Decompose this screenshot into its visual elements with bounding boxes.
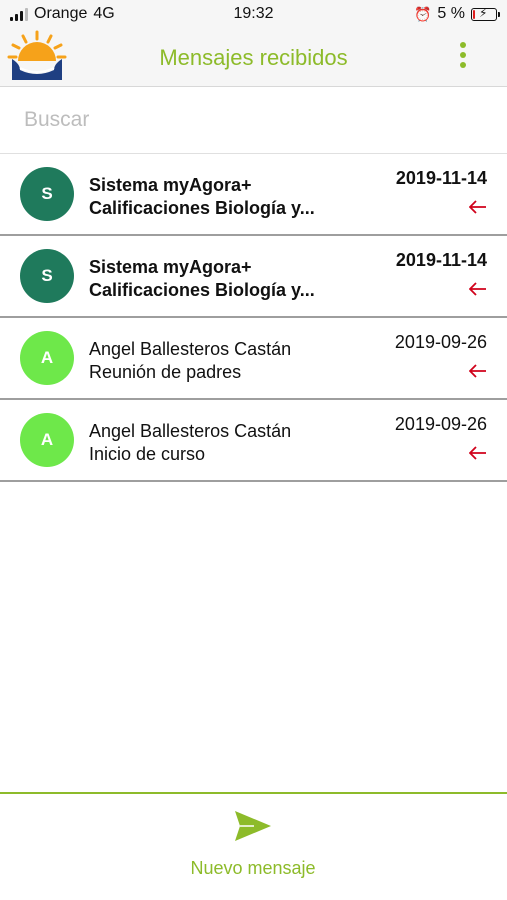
page-title: Mensajes recibidos (159, 45, 348, 70)
arrow-left-icon (469, 200, 486, 214)
sender-avatar: A (20, 331, 74, 385)
message-sender: Sistema myAgora+ (89, 175, 252, 195)
menu-dot (460, 42, 466, 48)
message-date: 2019-11-14 (395, 250, 487, 270)
new-message-button[interactable]: Nuevo mensaje (153, 810, 353, 890)
alarm-icon: ⏰ (413, 5, 432, 22)
message-subject: Inicio de curso (89, 444, 206, 464)
more-menu-button[interactable] (455, 42, 471, 74)
message-row[interactable]: A Angel Ballesteros Castán Reunión de pa… (0, 318, 507, 400)
message-date: 2019-09-26 (394, 332, 487, 352)
message-text: Angel Ballesteros Castán Reunión de padr… (89, 338, 359, 384)
message-sender: Angel Ballesteros Castán (89, 339, 292, 359)
message-row[interactable]: S Sistema myAgora+ Calificaciones Biolog… (0, 154, 507, 236)
message-list: S Sistema myAgora+ Calificaciones Biolog… (0, 154, 507, 482)
menu-dot (460, 62, 466, 68)
sender-avatar: S (20, 249, 74, 303)
status-bar: Orange 4G 19:32 ⏰ 5 % ⚡ (0, 0, 507, 30)
new-message-label: Nuevo mensaje (190, 858, 316, 878)
message-subject: Calificaciones Biología y... (89, 198, 315, 218)
message-date: 2019-09-26 (394, 414, 487, 434)
search-input[interactable] (22, 105, 486, 135)
message-sender: Sistema myAgora+ (89, 257, 252, 277)
app-header: Mensajes recibidos (0, 30, 507, 87)
message-text: Angel Ballesteros Castán Inicio de curso (89, 420, 359, 466)
message-sender: Angel Ballesteros Castán (89, 421, 292, 441)
message-subject: Reunión de padres (89, 362, 242, 382)
battery-icon: ⚡ (471, 6, 500, 21)
arrow-left-icon (469, 364, 486, 378)
app-screen: Orange 4G 19:32 ⏰ 5 % ⚡ Mensajes recibid… (0, 0, 507, 900)
message-text: Sistema myAgora+ Calificaciones Biología… (89, 256, 359, 302)
battery-percent: 5 % (437, 5, 465, 22)
message-row[interactable]: A Angel Ballesteros Castán Inicio de cur… (0, 400, 507, 482)
arrow-left-icon (469, 282, 486, 296)
search-bar (0, 87, 507, 154)
arrow-left-icon (469, 446, 486, 460)
sender-avatar: S (20, 167, 74, 221)
message-text: Sistema myAgora+ Calificaciones Biología… (89, 174, 359, 220)
send-icon (235, 811, 271, 841)
message-row[interactable]: S Sistema myAgora+ Calificaciones Biolog… (0, 236, 507, 318)
menu-dot (460, 52, 466, 58)
sender-avatar: A (20, 413, 74, 467)
status-right: ⏰ 5 % ⚡ (413, 5, 500, 23)
message-subject: Calificaciones Biología y... (89, 280, 315, 300)
bottom-bar: Nuevo mensaje (0, 792, 507, 900)
message-date: 2019-11-14 (395, 168, 487, 188)
